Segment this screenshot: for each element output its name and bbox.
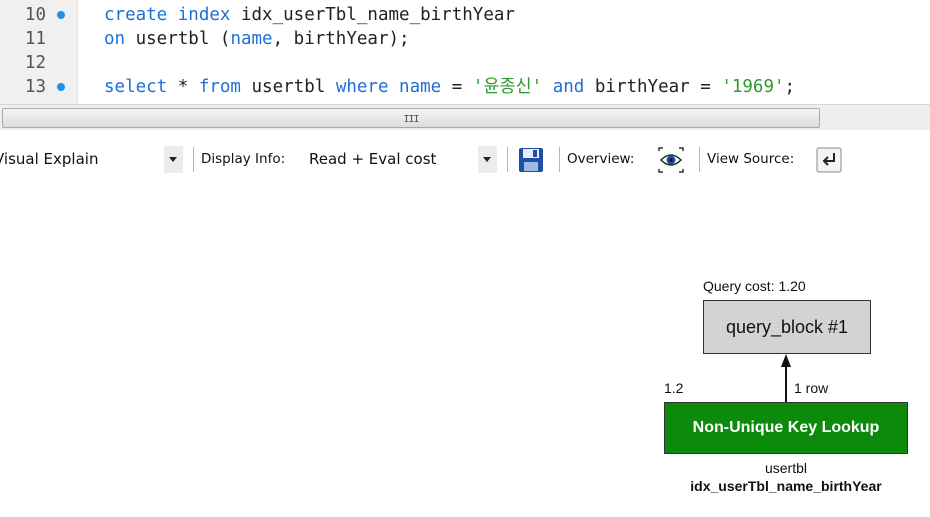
- display-info-label: Display Info:: [201, 151, 286, 167]
- code-text: on usertbl (name, birthYear);: [104, 27, 410, 51]
- sql-string: '윤종신': [472, 77, 543, 97]
- sql-keyword: name: [230, 29, 273, 49]
- code-line[interactable]: 12: [0, 51, 930, 75]
- eye-icon[interactable]: [657, 146, 685, 174]
- query-cost-label: Query cost: 1.20: [703, 278, 806, 294]
- sql-keyword: create: [104, 5, 168, 25]
- line-number: 13: [24, 77, 46, 97]
- horizontal-scrollbar[interactable]: III: [0, 104, 930, 130]
- sql-token: usertbl (: [125, 29, 231, 49]
- lookup-cost-label: 1.2: [664, 380, 684, 396]
- sql-token: usertbl: [240, 77, 336, 97]
- toolbar-separator: [507, 147, 508, 172]
- non-unique-key-lookup-node[interactable]: Non-Unique Key Lookup: [664, 402, 908, 454]
- scrollbar-thumb[interactable]: III: [2, 108, 820, 128]
- sql-editor[interactable]: 10 create index idx_userTbl_name_birthYea…: [0, 0, 930, 104]
- sql-token: , birthYear);: [272, 29, 410, 49]
- sql-token: idx_userTbl_name_birthYear: [230, 5, 515, 25]
- code-line[interactable]: 13 select * from usertbl where name = '윤종…: [0, 75, 930, 99]
- sql-keyword: on: [104, 29, 126, 49]
- edge-rows-label: 1 row: [794, 380, 829, 396]
- sql-keyword: name: [399, 77, 442, 97]
- line-number: 10: [24, 5, 46, 25]
- view-source-icon[interactable]: [815, 146, 843, 174]
- table-name-label: usertbl: [764, 460, 808, 476]
- breakpoint-marker-icon[interactable]: [57, 83, 65, 91]
- toolbar-separator: [193, 147, 194, 172]
- index-name-label: idx_userTbl_name_birthYear: [690, 478, 882, 494]
- code-line[interactable]: 10 create index idx_userTbl_name_birthYea…: [0, 3, 930, 27]
- sql-keyword: from: [198, 77, 241, 97]
- scrollbar-grip: III: [403, 114, 419, 125]
- sql-token: *: [167, 77, 199, 97]
- display-info-select[interactable]: Read + Eval cost: [309, 148, 436, 170]
- breakpoint-marker-icon[interactable]: [57, 11, 65, 19]
- toolbar-separator: [559, 147, 560, 172]
- line-number: 11: [24, 29, 46, 49]
- overview-label: Overview:: [567, 151, 635, 167]
- view-mode-select[interactable]: Visual Explain: [0, 148, 98, 170]
- sql-keyword: select: [104, 77, 168, 97]
- view-source-label: View Source:: [707, 151, 795, 167]
- sql-string: '1969': [721, 77, 785, 97]
- code-text: select * from usertbl where name = '윤종신'…: [104, 75, 795, 99]
- explain-toolbar: Visual Explain Display Info: Read + Eval…: [0, 130, 930, 186]
- code-line[interactable]: 11 on usertbl (name, birthYear);: [0, 27, 930, 51]
- sql-keyword: where: [335, 77, 389, 97]
- sql-token: =: [441, 77, 473, 97]
- sql-token: birthYear =: [584, 77, 722, 97]
- query-block-node[interactable]: query_block #1: [703, 300, 871, 354]
- code-text: create index idx_userTbl_name_birthYear: [104, 3, 515, 27]
- display-info-dropdown-arrow[interactable]: [478, 146, 497, 173]
- sql-keyword: index: [177, 5, 231, 25]
- line-number: 12: [24, 53, 46, 73]
- sql-keyword: and: [552, 77, 585, 97]
- save-icon[interactable]: [517, 146, 545, 174]
- toolbar-separator: [699, 147, 700, 172]
- view-mode-dropdown-arrow[interactable]: [164, 146, 183, 173]
- edge-line: [785, 366, 787, 402]
- sql-token: ;: [784, 77, 796, 97]
